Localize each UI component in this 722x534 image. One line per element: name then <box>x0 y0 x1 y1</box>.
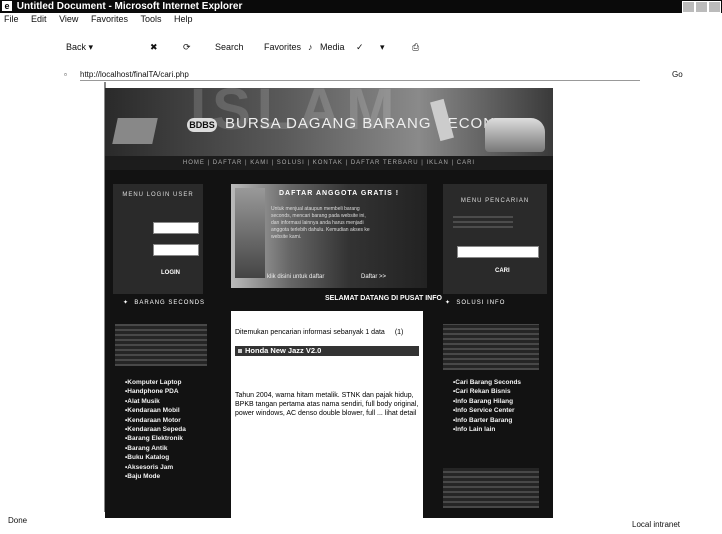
menu-bar: File Edit View Favorites Tools Help <box>0 13 722 26</box>
favorites-button[interactable]: Favorites <box>264 42 301 52</box>
search-results: Ditemukan pencarian informasi sebanyak 1… <box>231 311 423 518</box>
category-item[interactable]: Kendaraan Sepeda <box>125 425 186 434</box>
category-item[interactable]: Kendaraan Mobil <box>125 406 186 415</box>
main-nav[interactable]: HOME | DAFTAR | KAMI | SOLUSI | KONTAK |… <box>105 156 553 170</box>
search-help-text <box>453 214 513 228</box>
category-item[interactable]: Alat Musik <box>125 397 186 406</box>
right-section-text <box>443 324 539 370</box>
bullet-icon <box>238 349 242 353</box>
promo-title: DAFTAR ANGGOTA GRATIS ! <box>279 190 400 197</box>
media-button[interactable]: Media <box>320 42 345 52</box>
site-logo: BDBS <box>187 118 217 132</box>
category-item[interactable]: Baju Mode <box>125 472 186 481</box>
page-icon: ▫ <box>64 70 67 79</box>
category-item[interactable]: Kendaraan Motor <box>125 416 186 425</box>
category-item[interactable]: Aksesoris Jam <box>125 463 186 472</box>
login-box: MENU LOGIN USER LOGIN <box>113 184 203 294</box>
results-count: (1) <box>394 329 404 336</box>
category-item[interactable]: Barang Antik <box>125 444 186 453</box>
laptop-image <box>112 118 158 144</box>
go-button[interactable]: Go <box>672 68 683 82</box>
password-input[interactable] <box>153 244 199 256</box>
search-box: MENU PENCARIAN CARI <box>443 184 547 294</box>
mail-icon[interactable]: ▾ <box>380 42 385 53</box>
menu-view[interactable]: View <box>59 14 78 24</box>
back-button[interactable]: Back ▾ <box>66 42 93 53</box>
media-icon[interactable]: ♪ <box>308 42 313 52</box>
zone-indicator: Local intranet <box>632 520 681 529</box>
login-title: MENU LOGIN USER <box>122 192 194 198</box>
search-title: MENU PENCARIAN <box>460 198 530 204</box>
register-promo: DAFTAR ANGGOTA GRATIS ! Untuk menjual at… <box>231 184 427 288</box>
ie-logo-icon: e <box>2 1 12 11</box>
product-title-bar[interactable]: Honda New Jazz V2.0 <box>235 346 419 356</box>
search-button[interactable]: Search <box>215 42 244 52</box>
category-item[interactable]: Buku Katalog <box>125 453 186 462</box>
info-item[interactable]: Info Service Center <box>453 406 521 415</box>
results-summary: Ditemukan pencarian informasi sebanyak 1… <box>235 329 404 336</box>
address-bar: ▫ http://localhost/finalTA/cari.php Go <box>0 68 722 82</box>
address-input[interactable]: http://localhost/finalTA/cari.php <box>80 70 640 81</box>
menu-favorites[interactable]: Favorites <box>91 14 128 24</box>
info-item[interactable]: Info Lain lain <box>453 425 521 434</box>
info-item[interactable]: Info Barang Hilang <box>453 397 521 406</box>
search-submit-button[interactable]: CARI <box>495 268 510 274</box>
left-section-title: ✦ BARANG SECONDS <box>123 300 206 306</box>
print-icon[interactable]: ⎙ <box>412 42 419 53</box>
title-bar: e Untitled Document - Microsoft Internet… <box>0 0 722 13</box>
category-item[interactable]: Barang Elektronik <box>125 434 186 443</box>
product-title[interactable]: Honda New Jazz V2.0 <box>245 346 321 356</box>
menu-tools[interactable]: Tools <box>140 14 161 24</box>
left-section-text <box>115 324 207 366</box>
promo-image <box>235 188 265 278</box>
product-description: Tahun 2004, warna hitam metalik. STNK da… <box>235 392 419 417</box>
car-image <box>485 118 545 152</box>
close-button[interactable] <box>708 1 721 13</box>
category-list: Komputer Laptop Handphone PDA Alat Musik… <box>125 378 186 481</box>
right-section-title: ✦ SOLUSI INFO <box>445 300 506 306</box>
minimize-button[interactable] <box>682 1 695 13</box>
status-text: Done <box>8 516 28 525</box>
right-footer-text <box>443 468 539 508</box>
stop-icon[interactable]: ✖ <box>150 42 158 53</box>
website: ISLAM BDBS BURSA DAGANG BARANG SECONDS H… <box>105 88 553 518</box>
info-item[interactable]: Info Barter Barang <box>453 416 521 425</box>
banner: ISLAM BDBS BURSA DAGANG BARANG SECONDS <box>105 88 553 156</box>
menu-file[interactable]: File <box>4 14 19 24</box>
site-brand: BURSA DAGANG BARANG SECONDS <box>225 115 518 132</box>
refresh-icon[interactable]: ⟳ <box>183 42 191 53</box>
window-title: Untitled Document - Microsoft Internet E… <box>16 1 243 12</box>
category-item[interactable]: Handphone PDA <box>125 387 186 396</box>
search-input[interactable] <box>457 246 539 258</box>
username-input[interactable] <box>153 222 199 234</box>
welcome-heading: SELAMAT DATANG DI PUSAT INFO <box>325 295 442 302</box>
info-list: Cari Barang Seconds Cari Rekan Bisnis In… <box>453 378 521 434</box>
maximize-button[interactable] <box>695 1 708 13</box>
info-item[interactable]: Cari Rekan Bisnis <box>453 387 521 396</box>
menu-edit[interactable]: Edit <box>31 14 47 24</box>
login-button[interactable]: LOGIN <box>161 270 180 276</box>
promo-text: Untuk menjual ataupun membeli barang sec… <box>271 206 370 240</box>
menu-help[interactable]: Help <box>174 14 193 24</box>
detail-link[interactable]: lihat detail <box>385 410 417 417</box>
status-bar: Done Local intranet <box>0 512 722 530</box>
info-item[interactable]: Cari Barang Seconds <box>453 378 521 387</box>
history-icon[interactable]: ✓ <box>356 42 364 53</box>
register-link[interactable]: klik disini untuk daftar <box>267 274 324 280</box>
category-item[interactable]: Komputer Laptop <box>125 378 186 387</box>
register-button[interactable]: Daftar >> <box>361 274 386 280</box>
toolbar: Back ▾ ✖ ⟳ Search Favorites ♪ Media ✓ ▾ … <box>0 26 722 66</box>
